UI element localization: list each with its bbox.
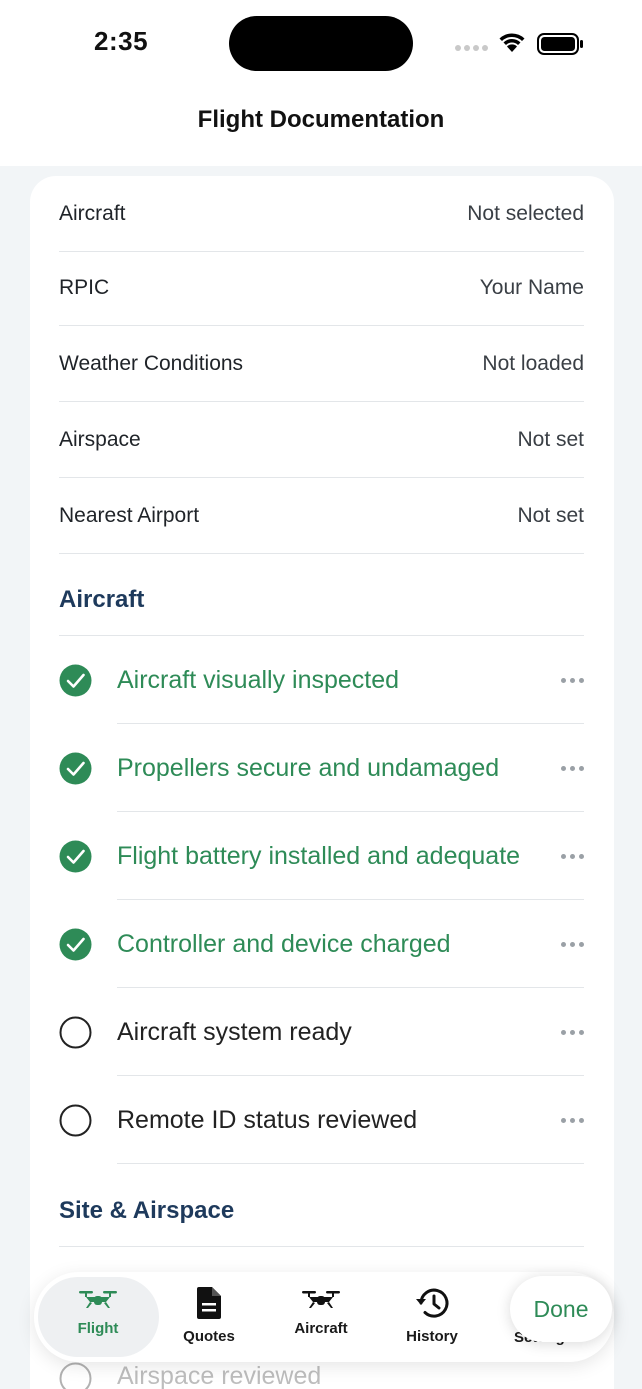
tab-history[interactable]: History (377, 1286, 487, 1352)
info-row-nearest-airport[interactable]: Nearest Airport Not set (59, 478, 584, 554)
nav-bar: Flight Documentation (0, 88, 642, 166)
more-options-icon[interactable] (558, 1025, 584, 1039)
checklist-item-label: Propellers secure and undamaged (117, 753, 500, 782)
checklist-item[interactable]: Flight battery installed and adequate (59, 812, 584, 900)
info-label: Airspace (59, 427, 141, 451)
tab-quotes[interactable]: Quotes (154, 1286, 264, 1352)
more-options-icon[interactable] (558, 937, 584, 951)
more-options-icon[interactable] (558, 1113, 584, 1127)
divider (59, 1246, 584, 1247)
checkmark-circle-icon[interactable] (59, 840, 92, 873)
tab-label: Aircraft (294, 1320, 348, 1337)
checklist-item[interactable]: Remote ID status reviewed (59, 1076, 584, 1164)
checkmark-circle-icon[interactable] (59, 752, 92, 785)
status-time: 2:35 (94, 26, 149, 56)
info-row-weather[interactable]: Weather Conditions Not loaded (59, 326, 584, 402)
cellular-signal-icon (455, 45, 488, 51)
info-label: Aircraft (59, 201, 126, 225)
empty-circle-icon[interactable] (59, 1104, 92, 1137)
empty-circle-icon[interactable] (59, 1362, 92, 1389)
tab-aircraft[interactable]: Aircraft (266, 1286, 376, 1352)
checklist-item-label: Aircraft system ready (117, 1017, 352, 1046)
info-value: Not selected (467, 201, 584, 225)
info-label: Nearest Airport (59, 503, 200, 527)
info-label: Weather Conditions (59, 351, 244, 375)
checkmark-circle-icon[interactable] (59, 928, 92, 961)
checklist-item[interactable]: Aircraft visually inspected (59, 636, 584, 724)
documentation-card: Aircraft Not selected RPIC Your Name Wea… (30, 176, 614, 1389)
more-options-icon[interactable] (558, 849, 584, 863)
info-row-airspace[interactable]: Airspace Not set (59, 402, 584, 478)
battery-icon (537, 33, 583, 55)
checklist-item-label: Aircraft visually inspected (117, 665, 400, 694)
info-row-aircraft[interactable]: Aircraft Not selected (59, 176, 584, 252)
status-bar: 2:35 (0, 0, 642, 88)
empty-circle-icon[interactable] (59, 1016, 92, 1049)
checklist-item-label: Remote ID status reviewed (117, 1105, 418, 1134)
drone-icon (302, 1291, 340, 1308)
section-header-aircraft: Aircraft (59, 586, 145, 613)
checklist-item-label: Flight battery installed and adequate (117, 841, 521, 870)
more-options-icon[interactable] (558, 761, 584, 775)
tab-label: History (406, 1328, 458, 1345)
checklist-item-label: Controller and device charged (117, 929, 451, 958)
wifi-icon (499, 33, 525, 52)
tab-label: Flight (77, 1320, 119, 1337)
page-title: Flight Documentation (197, 106, 445, 133)
info-row-rpic[interactable]: RPIC Your Name (59, 250, 584, 326)
checkmark-circle-icon[interactable] (59, 664, 92, 697)
tab-flight[interactable]: Flight (43, 1286, 153, 1352)
checklist-item[interactable]: Controller and device charged (59, 900, 584, 988)
checklist-item[interactable]: Propellers secure and undamaged (59, 724, 584, 812)
info-label: RPIC (59, 275, 110, 299)
tab-label: Quotes (183, 1328, 235, 1345)
history-icon (416, 1288, 449, 1318)
document-icon (197, 1287, 221, 1319)
checklist-item[interactable]: Aircraft system ready (59, 988, 584, 1076)
info-value: Not set (517, 427, 584, 451)
checklist-item-label: Airspace reviewed (117, 1362, 322, 1389)
section-header-site-airspace: Site & Airspace (59, 1197, 235, 1224)
info-value: Your Name (479, 275, 584, 299)
dynamic-island (229, 16, 413, 71)
info-value: Not set (517, 503, 584, 527)
divider (117, 1163, 584, 1164)
info-value: Not loaded (482, 351, 584, 375)
more-options-icon[interactable] (558, 673, 584, 687)
drone-icon (79, 1291, 117, 1308)
done-button[interactable]: Done (510, 1276, 612, 1342)
